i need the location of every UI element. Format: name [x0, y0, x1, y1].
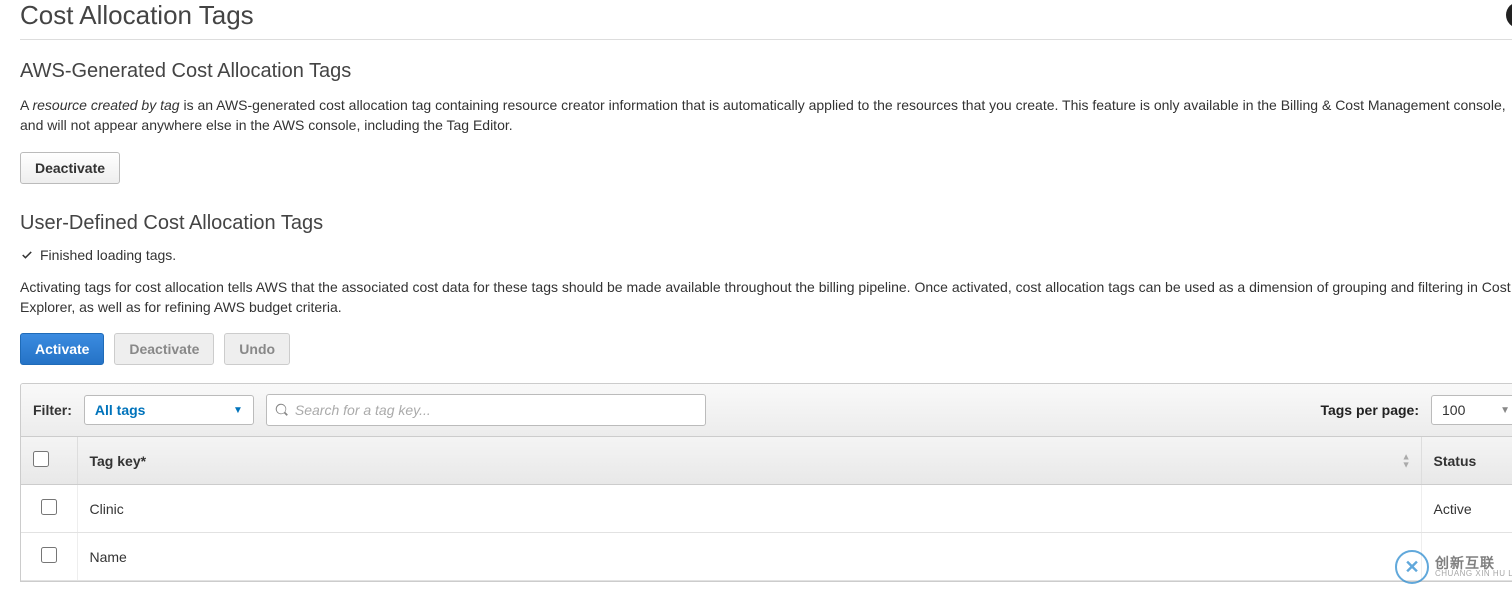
desc-prefix: A — [20, 97, 32, 113]
watermark: ✕ 创新互联 CHUANG XIN HU LIAN — [1395, 550, 1512, 584]
watermark-en: CHUANG XIN HU LIAN — [1435, 570, 1512, 578]
filter-label: Filter: — [33, 402, 72, 418]
check-icon — [20, 248, 34, 262]
cell-tag-key: Name — [77, 533, 1421, 581]
desc-rest: is an AWS-generated cost allocation tag … — [20, 97, 1506, 133]
page-title: Cost Allocation Tags — [20, 0, 1512, 40]
loading-status: Finished loading tags. — [20, 247, 1512, 263]
per-page-value: 100 — [1442, 402, 1465, 418]
row-checkbox[interactable] — [41, 547, 57, 563]
watermark-logo-icon: ✕ — [1395, 550, 1429, 584]
row-checkbox[interactable] — [41, 499, 57, 515]
aws-deactivate-button[interactable]: Deactivate — [20, 152, 120, 184]
header-status-label: Status — [1434, 453, 1477, 469]
deactivate-button[interactable]: Deactivate — [114, 333, 214, 365]
aws-generated-description: A resource created by tag is an AWS-gene… — [20, 95, 1512, 136]
table-toolbar: Filter: All tags ▼ Tags per page: 100 ▼ — [21, 384, 1512, 437]
tags-table: Tag key* ▲▼ Status ▲▼ Clinic Active — [21, 437, 1512, 581]
search-wrap[interactable] — [266, 394, 706, 426]
header-checkbox-cell — [21, 437, 77, 485]
chevron-down-icon: ▼ — [1500, 405, 1510, 416]
table-row: Clinic Active — [21, 485, 1512, 533]
cell-tag-key: Clinic — [77, 485, 1421, 533]
search-input[interactable] — [295, 399, 697, 421]
header-tag-key-label: Tag key* — [90, 453, 147, 469]
user-defined-heading: User-Defined Cost Allocation Tags — [20, 212, 1512, 235]
search-icon — [275, 403, 289, 417]
chevron-down-icon: ▼ — [233, 405, 243, 416]
header-status[interactable]: Status ▲▼ — [1421, 437, 1512, 485]
watermark-zh: 创新互联 — [1435, 556, 1512, 570]
select-all-checkbox[interactable] — [33, 451, 49, 467]
sort-icon: ▲▼ — [1402, 453, 1411, 468]
per-page-label: Tags per page: — [1320, 402, 1419, 418]
user-defined-description: Activating tags for cost allocation tell… — [20, 277, 1512, 318]
filter-dropdown-value: All tags — [95, 402, 146, 418]
loading-status-text: Finished loading tags. — [40, 247, 176, 263]
header-tag-key[interactable]: Tag key* ▲▼ — [77, 437, 1421, 485]
cell-status: Active — [1421, 485, 1512, 533]
table-row: Name — [21, 533, 1512, 581]
activate-button[interactable]: Activate — [20, 333, 104, 365]
per-page-select[interactable]: 100 ▼ — [1431, 395, 1512, 425]
aws-generated-heading: AWS-Generated Cost Allocation Tags — [20, 60, 1512, 83]
undo-button[interactable]: Undo — [224, 333, 290, 365]
desc-em: resource created by tag — [32, 97, 179, 113]
filter-dropdown[interactable]: All tags ▼ — [84, 395, 254, 425]
